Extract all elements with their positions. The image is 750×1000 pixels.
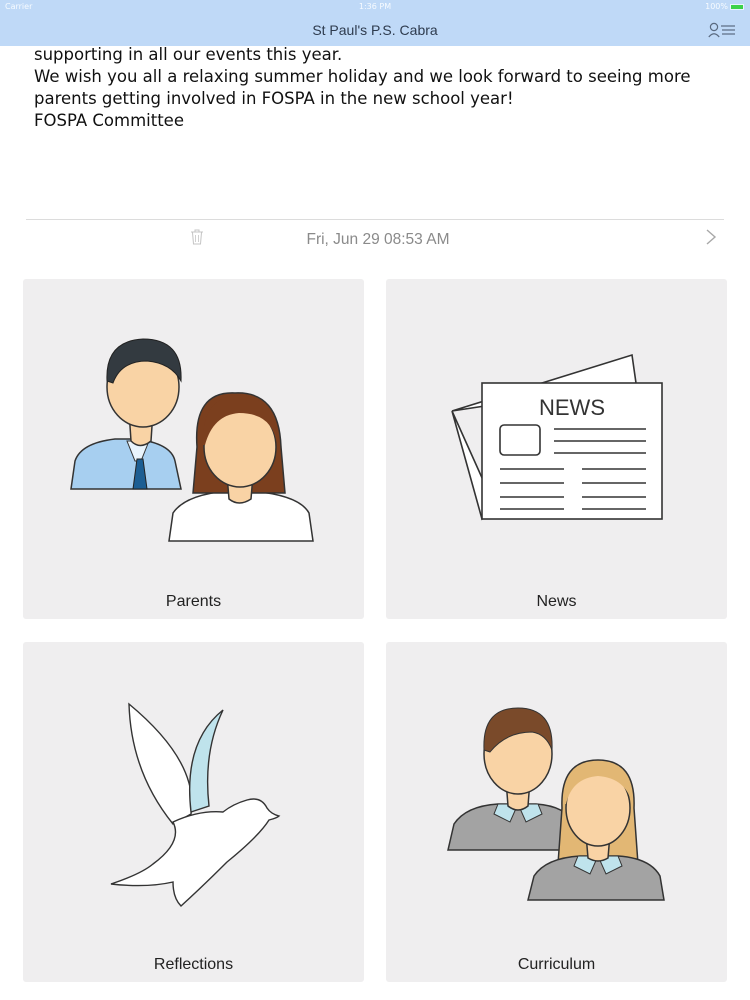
- tile-reflections[interactable]: Reflections: [23, 642, 364, 982]
- newspaper-icon: NEWS: [451, 353, 663, 521]
- post-line: parents getting involved in FOSPA in the…: [34, 89, 514, 108]
- navigation-bar: St Paul's P.S. Cabra: [0, 14, 750, 46]
- status-time: 1:36 PM: [358, 2, 392, 11]
- tile-label: Curriculum: [517, 956, 596, 973]
- news-heading: NEWS: [539, 395, 605, 420]
- post-signature: FOSPA Committee: [34, 111, 184, 130]
- battery-icon: [730, 4, 744, 10]
- parents-icon: [70, 338, 314, 542]
- tile-label: News: [536, 593, 577, 610]
- divider: [26, 219, 724, 220]
- tile-parents[interactable]: Parents: [23, 279, 364, 619]
- tile-news[interactable]: NEWS News: [386, 279, 727, 619]
- battery-indicator: 100%: [705, 2, 744, 11]
- post-line: supporting in all our events this year.: [34, 45, 343, 64]
- chevron-right-icon[interactable]: [705, 228, 717, 246]
- post-line: We wish you all a relaxing summer holida…: [34, 67, 691, 86]
- tile-curriculum[interactable]: Curriculum: [386, 642, 727, 982]
- battery-percent: 100%: [705, 2, 728, 11]
- post-body: supporting in all our events this year. …: [34, 44, 734, 132]
- contacts-list-icon[interactable]: [708, 20, 736, 40]
- status-bar: Carrier 1:36 PM 100%: [0, 0, 750, 14]
- tile-label: Reflections: [153, 956, 234, 973]
- nav-title: St Paul's P.S. Cabra: [312, 22, 438, 38]
- post-date: Fri, Jun 29 08:53 AM: [306, 231, 450, 248]
- tile-label: Parents: [165, 593, 222, 610]
- dove-icon: [110, 702, 281, 907]
- students-icon: [447, 707, 665, 901]
